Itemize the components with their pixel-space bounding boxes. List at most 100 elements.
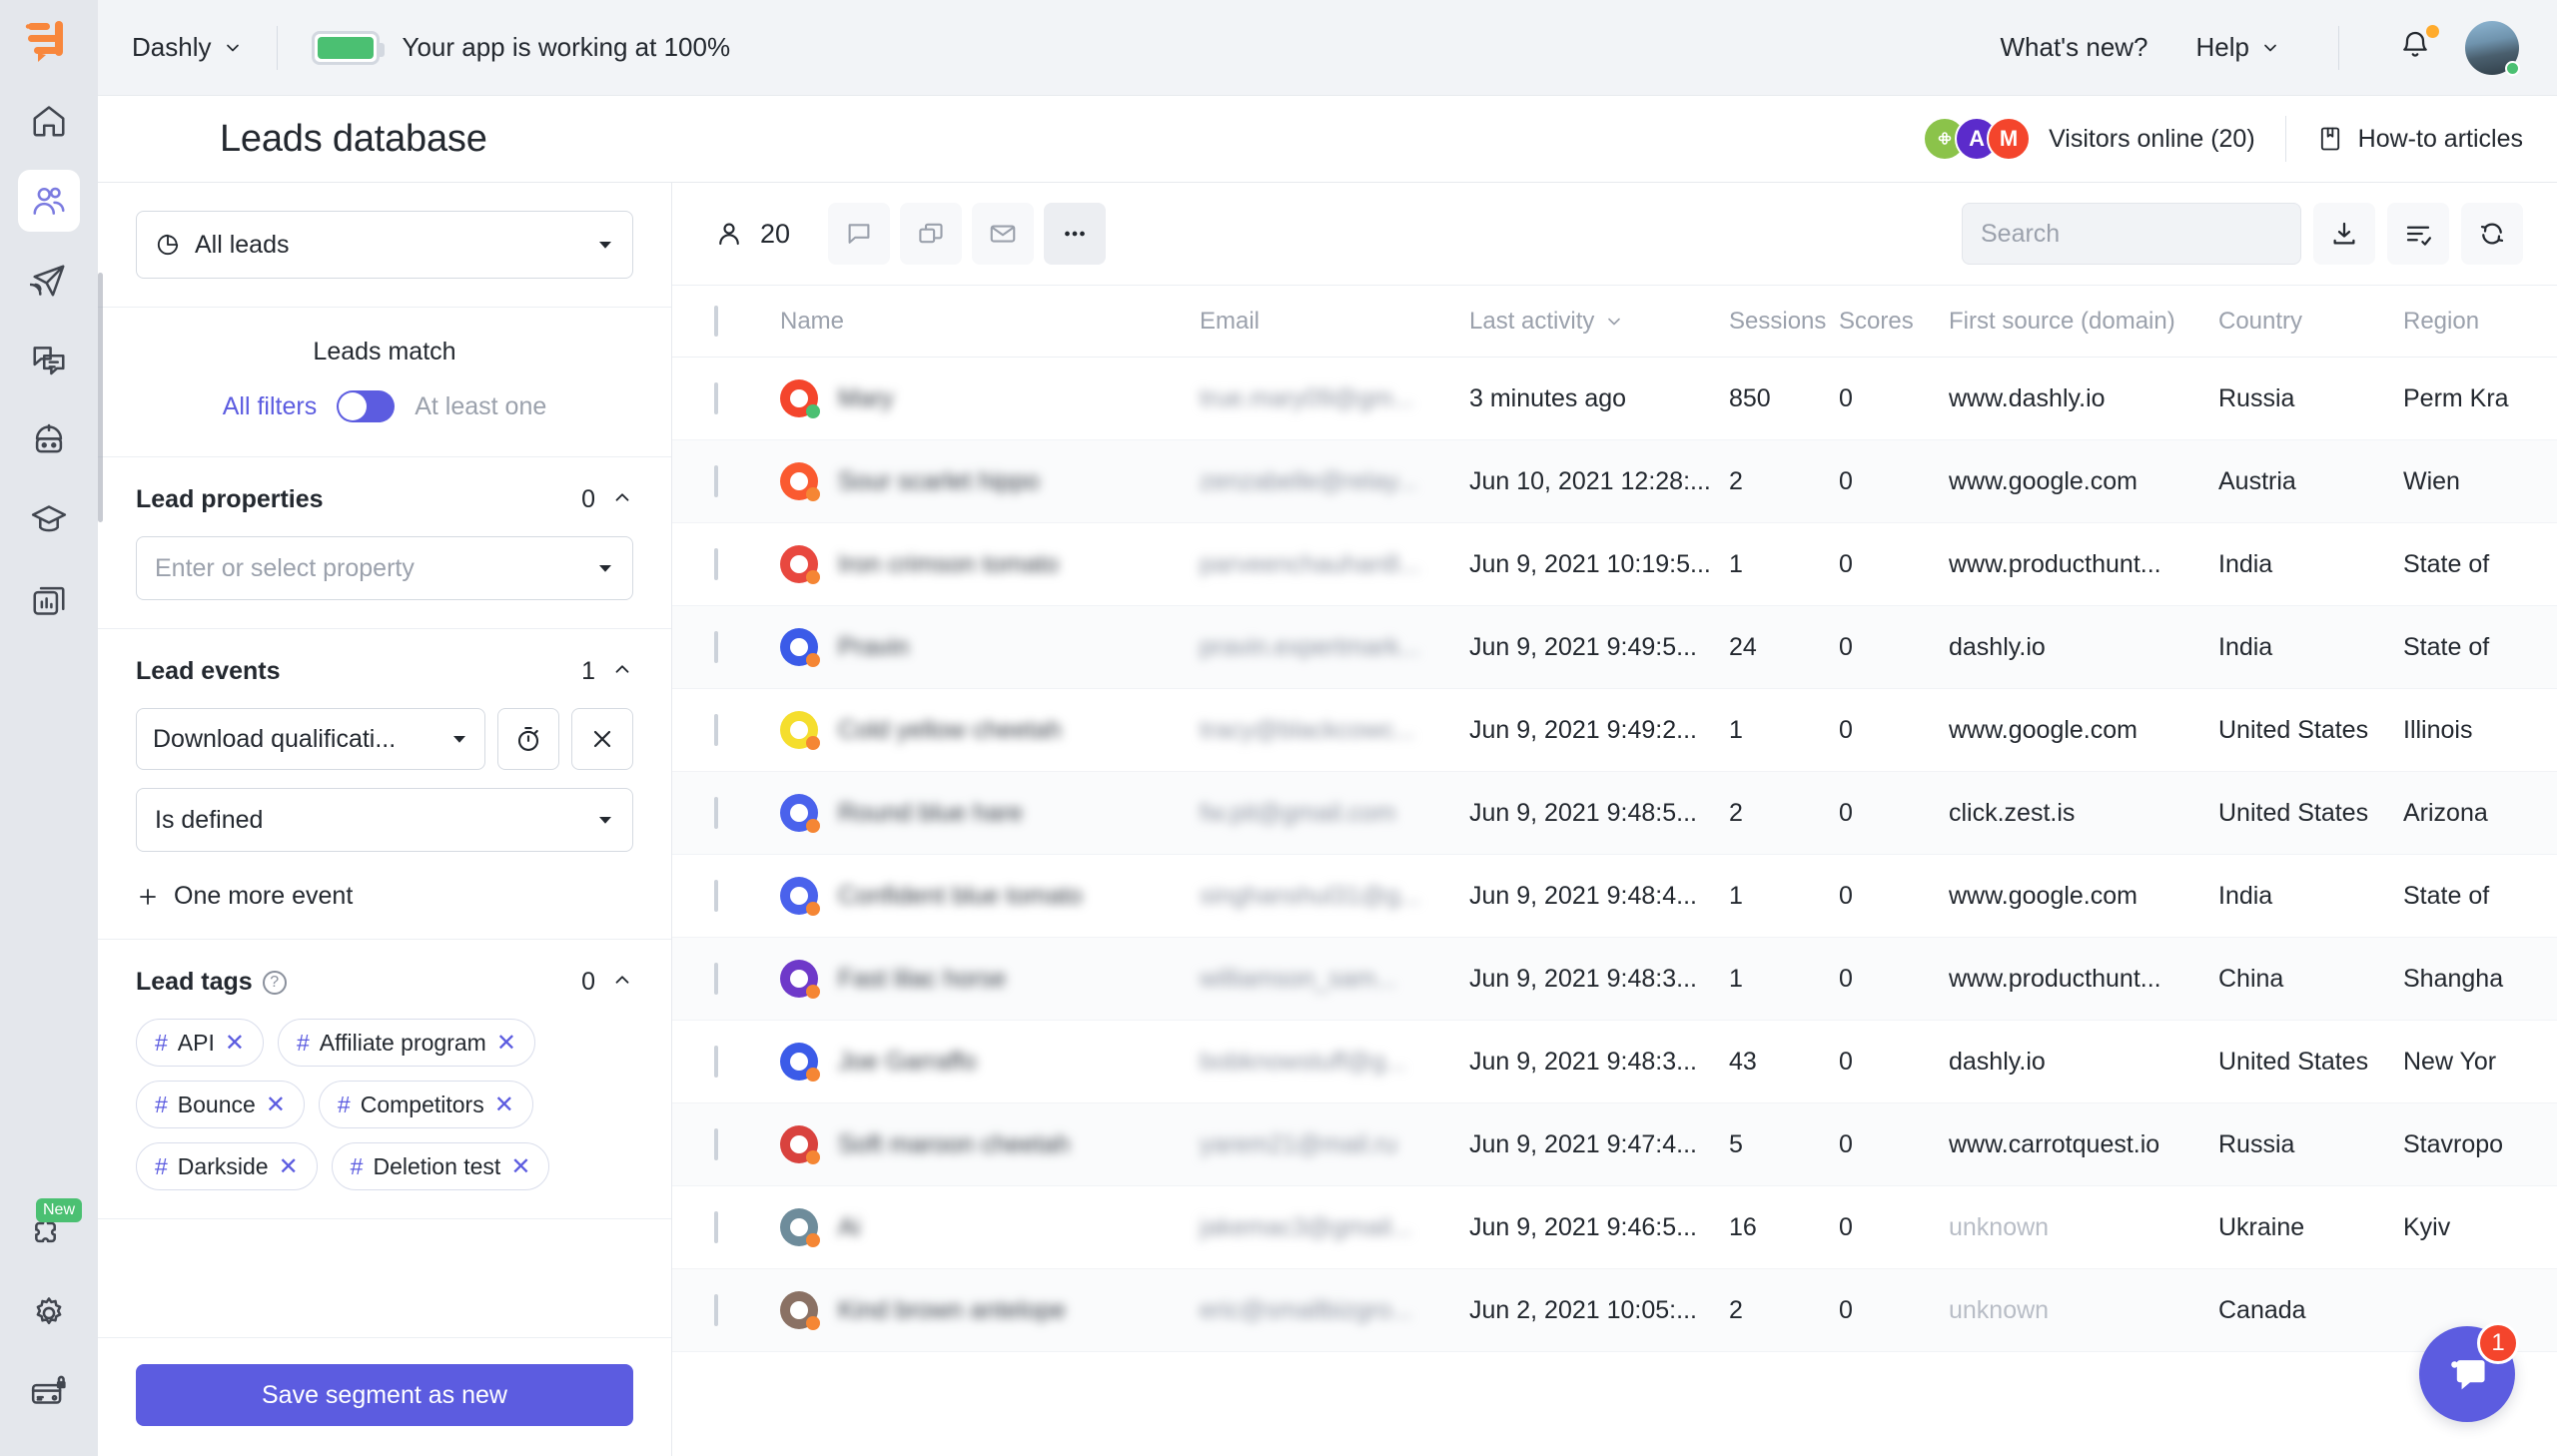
notifications-button[interactable] <box>2373 25 2457 66</box>
send-email-button[interactable] <box>972 203 1035 265</box>
remove-tag-icon[interactable]: ✕ <box>266 1091 286 1119</box>
row-checkbox[interactable] <box>714 1210 718 1243</box>
table-row[interactable]: Kind brown antelope eric@smallbizgro... Ju… <box>672 1268 2557 1352</box>
sidebar-item-bots[interactable] <box>18 409 80 471</box>
lead-tag-chip[interactable]: # Competitors ✕ <box>318 1081 533 1128</box>
table-row[interactable]: Round blue hare fw.pit@gmail.com Jun 9, 20… <box>672 771 2557 855</box>
row-checkbox[interactable] <box>714 630 718 663</box>
sidebar-item-knowledge[interactable] <box>18 489 80 551</box>
row-checkbox[interactable] <box>714 1045 718 1078</box>
table-row[interactable]: Fast lilac horse williamson_sam... Jun 9, … <box>672 937 2557 1021</box>
remove-tag-icon[interactable]: ✕ <box>510 1152 530 1181</box>
sidebar-item-conversations[interactable] <box>18 330 80 391</box>
column-scores[interactable]: Scores <box>1839 285 1949 358</box>
add-note-button[interactable] <box>828 203 891 265</box>
column-first-source[interactable]: First source (domain) <box>1949 285 2218 358</box>
row-checkbox[interactable] <box>714 1293 718 1326</box>
sidebar-item-analytics[interactable] <box>18 569 80 631</box>
table-row[interactable]: Cold yellow cheetah tracy@blackcowc... Jun… <box>672 688 2557 772</box>
collapse-chevron-icon[interactable] <box>611 969 633 996</box>
lead-event-row: Download qualificati... <box>136 708 633 770</box>
sidebar-item-leads[interactable] <box>18 170 80 232</box>
more-actions-button[interactable] <box>1044 203 1107 265</box>
remove-tag-icon[interactable]: ✕ <box>496 1029 516 1058</box>
table-row[interactable]: Sour scarlet hippo zenzabelle@relay... Jun… <box>672 439 2557 523</box>
column-last-activity[interactable]: Last activity <box>1469 285 1729 358</box>
event-time-button[interactable] <box>497 708 559 770</box>
refresh-button[interactable] <box>2461 203 2523 265</box>
sidebar-item-settings[interactable] <box>18 1282 80 1344</box>
lead-tag-chip[interactable]: # Deletion test ✕ <box>331 1142 550 1190</box>
help-menu[interactable]: Help <box>2172 32 2304 63</box>
lead-event-select[interactable]: Download qualificati... <box>136 708 485 770</box>
match-all-filters-label[interactable]: All filters <box>223 392 317 421</box>
sidebar-item-billing[interactable] <box>18 1362 80 1424</box>
segment-select[interactable]: All leads <box>136 211 633 279</box>
lead-tag-chip[interactable]: # API ✕ <box>136 1019 264 1067</box>
cell-region: State of <box>2403 522 2557 606</box>
lead-email: yarem21@mail.ru <box>1200 1129 1397 1158</box>
search-box[interactable] <box>1962 203 2302 265</box>
save-segment-button[interactable]: Save segment as new <box>136 1364 633 1426</box>
table-row[interactable]: Soft maroon cheetah yarem21@mail.ru Jun 9,… <box>672 1102 2557 1186</box>
add-one-more-event-button[interactable]: One more event <box>136 882 633 911</box>
avatar <box>780 545 820 584</box>
chat-widget-button[interactable]: 1 <box>2419 1322 2519 1422</box>
column-email[interactable]: Email <box>1200 285 1469 358</box>
table-row[interactable]: Mary true.mary09@gm... 3 minutes ago 850 0 ww… <box>672 357 2557 440</box>
sidebar-item-home[interactable] <box>18 90 80 152</box>
row-checkbox[interactable] <box>714 1127 718 1160</box>
project-switcher[interactable]: Dashly <box>132 32 243 63</box>
lead-tag-chip[interactable]: # Darkside ✕ <box>136 1142 318 1190</box>
whats-new-link[interactable]: What's new? <box>1976 32 2171 63</box>
cell-last-activity: Jun 9, 2021 9:48:3... <box>1469 1020 1729 1103</box>
cell-email: williamson_sam... <box>1200 937 1469 1021</box>
sidebar-item-integrations[interactable]: New <box>18 1198 82 1264</box>
question-icon[interactable]: ? <box>262 970 287 995</box>
lead-event-condition-select[interactable]: Is defined <box>136 788 633 852</box>
collapse-chevron-icon[interactable] <box>611 486 633 513</box>
column-name[interactable]: Name <box>780 285 1200 358</box>
row-checkbox[interactable] <box>714 464 718 497</box>
avatar[interactable] <box>2465 20 2520 76</box>
row-checkbox[interactable] <box>714 962 718 995</box>
match-mode-toggle[interactable] <box>337 390 396 422</box>
cell-country: United States <box>2218 1020 2403 1103</box>
table-row[interactable]: Confident blue tomato singhanshul31@g... J… <box>672 854 2557 938</box>
remove-tag-icon[interactable]: ✕ <box>279 1152 299 1181</box>
column-region[interactable]: Region <box>2403 285 2557 358</box>
remove-tag-icon[interactable]: ✕ <box>494 1091 514 1119</box>
remove-event-button[interactable] <box>571 708 633 770</box>
table-row[interactable]: Iron crimson tomato parveenchauhan8... Jun… <box>672 522 2557 606</box>
row-checkbox[interactable] <box>714 879 718 912</box>
collapse-chevron-icon[interactable] <box>611 658 633 685</box>
lead-tag-chip[interactable]: # Bounce ✕ <box>136 1081 305 1128</box>
table-row[interactable]: Ai jakemac3@gmail... Jun 9, 2021 9:46:5...… <box>672 1185 2557 1269</box>
lead-property-select[interactable]: Enter or select property <box>136 536 633 600</box>
visitors-online-button[interactable]: A M Visitors online (20) <box>1923 117 2255 161</box>
select-all-checkbox[interactable] <box>714 305 718 337</box>
table-row[interactable]: Pravin pravin.expertmark... Jun 9, 2021 9:… <box>672 605 2557 689</box>
dashly-logo-icon[interactable] <box>18 10 80 72</box>
row-checkbox[interactable] <box>714 796 718 829</box>
row-checkbox[interactable] <box>714 547 718 580</box>
copy-button[interactable] <box>900 203 963 265</box>
match-at-least-one-label[interactable]: At least one <box>415 392 546 421</box>
cell-name: Mary <box>780 357 1200 440</box>
cell-email: singhanshul31@g... <box>1200 854 1469 938</box>
cell-email: yarem21@mail.ru <box>1200 1102 1469 1186</box>
lead-tag-chip[interactable]: # Affiliate program ✕ <box>277 1019 535 1067</box>
cell-sessions: 24 <box>1729 605 1839 689</box>
row-checkbox[interactable] <box>714 713 718 746</box>
panel-scrollbar[interactable] <box>98 273 103 522</box>
export-button[interactable] <box>2313 203 2375 265</box>
row-checkbox[interactable] <box>714 381 718 414</box>
table-row[interactable]: Joe Garraffo bobknowstuff@g... Jun 9, 2021… <box>672 1020 2557 1103</box>
column-country[interactable]: Country <box>2218 285 2403 358</box>
sidebar-item-campaigns[interactable] <box>18 250 80 312</box>
remove-tag-icon[interactable]: ✕ <box>225 1029 245 1058</box>
search-input[interactable] <box>1981 219 2302 249</box>
column-sessions[interactable]: Sessions <box>1729 285 1839 358</box>
column-settings-button[interactable] <box>2387 203 2449 265</box>
how-to-articles-link[interactable]: How-to articles <box>2316 125 2523 154</box>
